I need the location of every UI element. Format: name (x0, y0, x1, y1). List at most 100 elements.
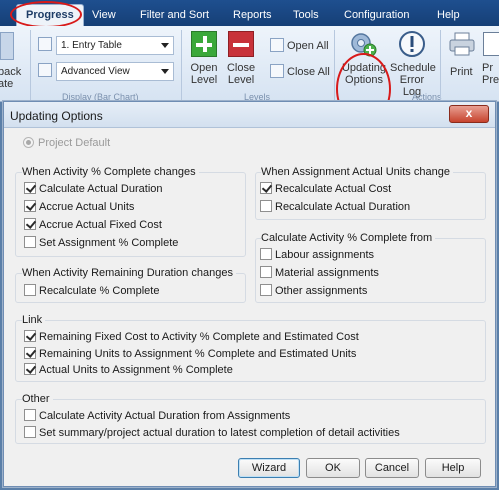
tab-view[interactable]: View (92, 5, 116, 25)
activity-complete-group-label: When Activity % Complete changes (22, 166, 199, 178)
checkbox-label: Calculate Activity Actual Duration from … (39, 410, 291, 422)
calc-complete-from-group-label: Calculate Activity % Complete from (261, 232, 436, 244)
other-assignments-checkbox[interactable]: Other assignments (260, 284, 367, 298)
checkbox-box (24, 236, 36, 248)
expand-all-icon (270, 38, 284, 52)
dialog-titlebar: Updating Options x (4, 102, 495, 128)
checkbox-label: Set summary/project actual duration to l… (39, 427, 400, 439)
open-all-button[interactable]: Open All (287, 40, 329, 52)
checkbox-label: Accrue Actual Fixed Cost (39, 219, 162, 231)
checkbox-box (24, 218, 36, 230)
link-actual-units-checkbox[interactable]: Actual Units to Assignment % Complete (24, 363, 233, 377)
checkbox-box (260, 182, 272, 194)
checkbox-box (24, 200, 36, 212)
updating-options-label: Updating Options (341, 62, 387, 86)
help-button[interactable]: Help (425, 458, 481, 478)
ribbon-tab-bar: Progress View Filter and Sort Reports To… (0, 0, 499, 27)
table-icon (38, 37, 52, 51)
checkbox-label: Recalculate % Complete (39, 285, 160, 297)
checkbox-label: Actual Units to Assignment % Complete (39, 364, 233, 376)
ok-button[interactable]: OK (306, 458, 360, 478)
checkbox-box (260, 284, 272, 296)
checkbox-label: Set Assignment % Complete (39, 237, 179, 249)
ribbon-separator (334, 30, 335, 102)
collapse-all-icon (270, 64, 284, 78)
dialog-title: Updating Options (10, 109, 103, 123)
accrue-actual-units-checkbox[interactable]: Accrue Actual Units (24, 200, 134, 214)
link-group-label: Link (22, 314, 46, 326)
link-fixed-cost-checkbox[interactable]: Remaining Fixed Cost to Activity % Compl… (24, 330, 359, 344)
remaining-duration-group-label: When Activity Remaining Duration changes (22, 267, 236, 279)
checkbox-label: Material assignments (275, 267, 379, 279)
checkbox-label: Recalculate Actual Duration (275, 201, 411, 213)
recalculate-actual-duration-checkbox[interactable]: Recalculate Actual Duration (260, 200, 410, 214)
other-group-label: Other (22, 393, 53, 405)
checkbox-label: Recalculate Actual Cost (275, 183, 392, 195)
open-level-label: Open Level (190, 62, 218, 86)
checkbox-label: Other assignments (275, 285, 368, 297)
entry-table-dropdown[interactable]: 1. Entry Table (56, 36, 174, 55)
cancel-button[interactable]: Cancel (365, 458, 419, 478)
tab-progress[interactable]: Progress (16, 4, 84, 27)
checkbox-box (24, 347, 36, 359)
print-preview-button-cut[interactable]: Pr Pre (482, 62, 499, 86)
print-button[interactable]: Print (450, 66, 473, 78)
updating-options-dialog: Updating Options x Project Default When … (3, 101, 496, 487)
assignment-units-group-label: When Assignment Actual Units change (261, 166, 453, 178)
radio-indicator (23, 137, 34, 148)
tab-help[interactable]: Help (437, 5, 460, 25)
tab-configuration[interactable]: Configuration (344, 5, 409, 25)
checkbox-box (260, 200, 272, 212)
checkbox-box (260, 266, 272, 278)
cut-off-button-icon (0, 32, 14, 60)
calculate-actual-duration-checkbox[interactable]: Calculate Actual Duration (24, 182, 163, 196)
set-assignment-complete-checkbox[interactable]: Set Assignment % Complete (24, 236, 178, 250)
checkbox-box (260, 248, 272, 260)
updating-options-gear-icon[interactable] (349, 30, 377, 58)
ribbon-separator (181, 30, 182, 102)
close-button[interactable]: x (449, 105, 489, 123)
material-assignments-checkbox[interactable]: Material assignments (260, 266, 379, 280)
checkbox-box (24, 182, 36, 194)
chevron-down-icon (161, 69, 169, 74)
recalculate-complete-checkbox[interactable]: Recalculate % Complete (24, 284, 159, 298)
checkbox-label: Remaining Fixed Cost to Activity % Compl… (39, 331, 359, 343)
project-default-radio[interactable]: Project Default (23, 137, 110, 149)
view-icon (38, 63, 52, 77)
view-dropdown[interactable]: Advanced View (56, 62, 174, 81)
open-level-button[interactable]: Open Level (185, 62, 223, 86)
checkbox-label: Labour assignments (275, 249, 375, 261)
close-level-button[interactable]: Close Level (222, 62, 260, 86)
tab-tools[interactable]: Tools (293, 5, 319, 25)
view-dropdown-value: Advanced View (61, 66, 130, 77)
checkbox-label: Calculate Actual Duration (39, 183, 163, 195)
link-remaining-units-checkbox[interactable]: Remaining Units to Assignment % Complete… (24, 347, 356, 361)
checkbox-box (24, 284, 36, 296)
labour-assignments-checkbox[interactable]: Labour assignments (260, 248, 374, 262)
printer-icon[interactable] (449, 32, 475, 56)
cut-off-button-label-2: ate (0, 78, 14, 90)
recalculate-actual-cost-checkbox[interactable]: Recalculate Actual Cost (260, 182, 391, 196)
wizard-button[interactable]: Wizard (238, 458, 300, 478)
tab-reports[interactable]: Reports (233, 5, 272, 25)
calc-actual-duration-from-assignments-checkbox[interactable]: Calculate Activity Actual Duration from … (24, 409, 290, 423)
checkbox-box (24, 363, 36, 375)
minus-icon[interactable] (228, 31, 254, 57)
close-all-button[interactable]: Close All (287, 66, 330, 78)
ribbon-panel: back ate 1. Entry Table Advanced View Di… (0, 26, 499, 125)
print-preview-icon[interactable] (483, 32, 499, 56)
accrue-actual-fixed-cost-checkbox[interactable]: Accrue Actual Fixed Cost (24, 218, 162, 232)
checkbox-label: Remaining Units to Assignment % Complete… (39, 348, 357, 360)
error-log-alert-icon[interactable] (398, 30, 426, 58)
checkbox-box (24, 409, 36, 421)
updating-options-button[interactable]: Updating Options (340, 62, 388, 86)
chevron-down-icon (161, 43, 169, 48)
plus-icon[interactable] (191, 31, 217, 57)
checkbox-box (24, 330, 36, 342)
tab-filter-and-sort[interactable]: Filter and Sort (140, 5, 209, 25)
close-level-label: Close Level (226, 62, 256, 86)
cut-off-button-label-1[interactable]: back (0, 66, 21, 78)
set-summary-duration-checkbox[interactable]: Set summary/project actual duration to l… (24, 426, 400, 440)
checkbox-label: Accrue Actual Units (39, 201, 135, 213)
close-icon: x (465, 106, 473, 120)
